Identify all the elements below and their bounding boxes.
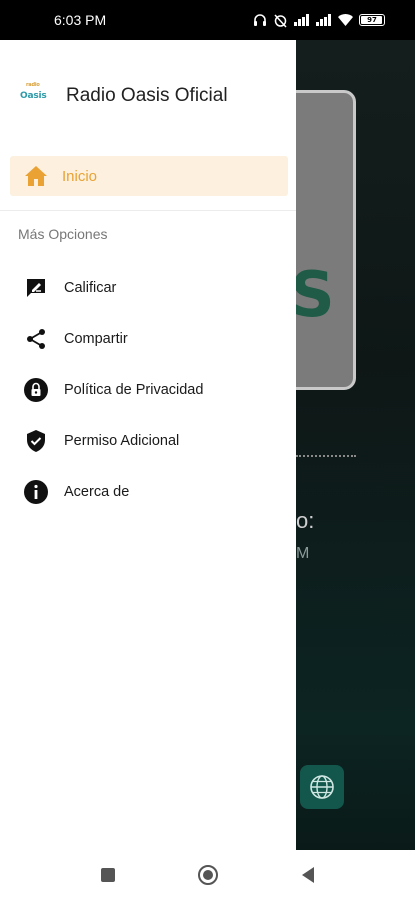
globe-icon <box>310 775 334 799</box>
menu-item-acerca[interactable]: Acerca de <box>0 466 296 517</box>
status-time: 6:03 PM <box>54 12 107 28</box>
menu-item-label: Compartir <box>64 330 128 347</box>
menu-item-label: Acerca de <box>64 483 130 500</box>
globe-button[interactable] <box>300 765 344 809</box>
headphones-icon <box>254 14 266 26</box>
menu-item-privacidad[interactable]: Política de Privacidad <box>0 364 296 415</box>
status-bar: 6:03 PM 97 <box>0 0 415 40</box>
wifi-icon <box>338 14 353 26</box>
shield-icon <box>27 429 45 452</box>
rate-icon <box>27 278 45 297</box>
section-label: Más Opciones <box>18 226 108 242</box>
menu-item-compartir[interactable]: Compartir <box>0 313 296 364</box>
lock-icon <box>24 377 48 402</box>
share-icon <box>27 328 45 349</box>
background-logo-fragment: S <box>290 258 335 331</box>
app-title: Radio Oasis Oficial <box>66 85 228 106</box>
back-icon <box>301 867 314 883</box>
menu-item-label: Inicio <box>62 167 98 185</box>
menu-item-label: Política de Privacidad <box>64 381 204 398</box>
alarm-off-icon <box>274 13 287 28</box>
home-icon <box>25 166 47 186</box>
recents-icon <box>100 868 115 882</box>
background-visualizer <box>296 455 356 461</box>
menu-item-calificar[interactable]: Calificar <box>0 262 296 313</box>
signal-icon <box>294 14 309 26</box>
menu-item-label: Permiso Adicional <box>64 432 180 449</box>
menu-list: Calificar Compartir Política de Privacid… <box>0 262 296 517</box>
signal-icon-2 <box>316 14 331 26</box>
background-text-now-playing: o: <box>296 508 315 533</box>
navigation-drawer: radio Oasis Radio Oasis Oficial Inicio M… <box>0 40 296 850</box>
drawer-header: radio Oasis Radio Oasis Oficial <box>0 40 296 152</box>
background-text-station: M <box>296 545 310 562</box>
status-icons: 97 <box>253 13 385 28</box>
screen: 6:03 PM 97 S o: M radio Oasis Radio Oasi… <box>0 0 415 900</box>
menu-item-inicio[interactable]: Inicio <box>10 156 288 196</box>
home-button[interactable] <box>196 863 220 887</box>
system-nav-bar <box>0 850 415 900</box>
menu-item-label: Calificar <box>64 279 117 296</box>
divider <box>0 210 296 211</box>
brand-logo: radio Oasis <box>20 82 47 101</box>
back-button[interactable] <box>296 863 320 887</box>
menu-item-permiso[interactable]: Permiso Adicional <box>0 415 296 466</box>
info-icon <box>24 479 48 504</box>
recents-button[interactable] <box>96 863 120 887</box>
battery-icon: 97 <box>359 14 385 26</box>
home-circle-icon <box>197 865 218 885</box>
